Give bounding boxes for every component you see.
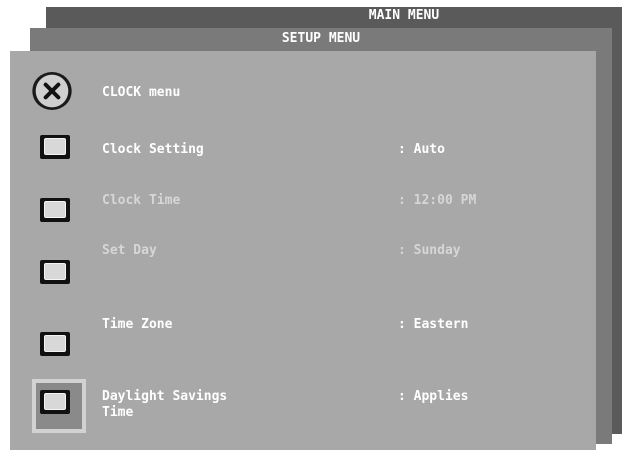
square-button-icon[interactable]	[40, 260, 70, 284]
clock-menu-panel: CLOCK menu Clock Setting : Auto Clock Ti…	[10, 51, 596, 450]
menu-item-clock-setting[interactable]: Clock Setting : Auto	[10, 129, 596, 169]
daylight-savings-value: : Applies	[398, 389, 469, 404]
menu-item-set-day[interactable]: Set Day : Sunday	[10, 243, 596, 284]
square-button-icon[interactable]	[40, 332, 70, 356]
clock-time-label: Clock Time	[102, 193, 181, 208]
set-day-label: Set Day	[102, 243, 157, 258]
daylight-savings-label: Daylight Savings Time	[102, 389, 228, 420]
clock-setting-value: : Auto	[398, 142, 445, 157]
clock-menu-title: CLOCK menu	[102, 85, 181, 100]
square-button-icon[interactable]	[40, 390, 70, 414]
main-menu-title: MAIN MENU	[368, 8, 440, 23]
time-zone-value: : Eastern	[398, 317, 469, 332]
square-button-icon[interactable]	[40, 135, 70, 159]
clock-icon	[32, 72, 72, 110]
time-zone-label: Time Zone	[102, 317, 173, 332]
clock-setting-label: Clock Setting	[102, 142, 204, 157]
menu-item-time-zone[interactable]: Time Zone : Eastern	[10, 317, 596, 357]
setup-menu-title: SETUP MENU	[281, 31, 361, 46]
menu-item-daylight-savings[interactable]: Daylight Savings Time : Applies	[10, 379, 596, 435]
square-button-icon[interactable]	[40, 198, 70, 222]
set-day-value: : Sunday	[398, 243, 461, 258]
clock-time-value: : 12:00 PM	[398, 193, 477, 208]
menu-item-clock-time[interactable]: Clock Time : 12:00 PM	[10, 181, 596, 222]
selection-highlight	[32, 379, 86, 433]
